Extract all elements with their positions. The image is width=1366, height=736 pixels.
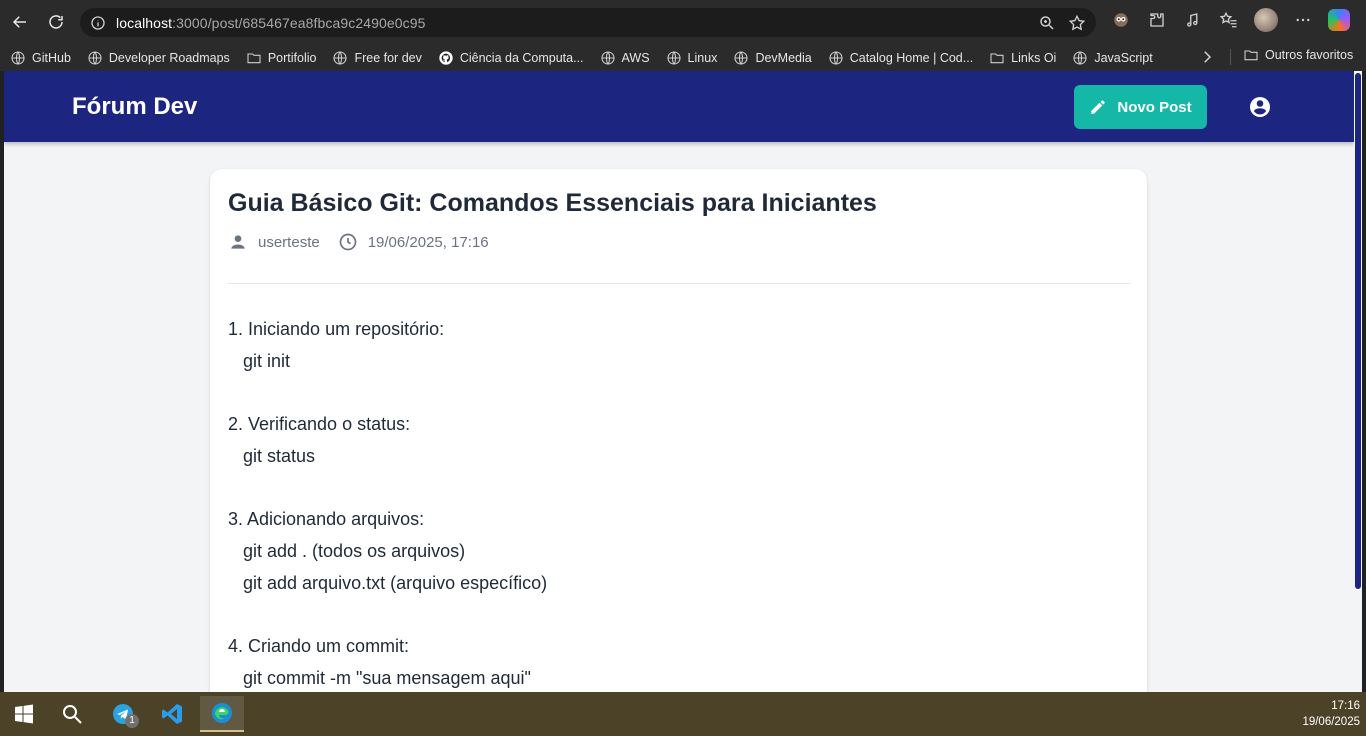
vscode-icon[interactable] (152, 696, 192, 732)
extension-owl-icon[interactable] (1110, 9, 1132, 31)
globe-icon (87, 50, 103, 66)
post-content: 1. Iniciando um repositório: git init 2.… (228, 319, 548, 688)
globe-icon (828, 50, 844, 66)
browser-chrome: localhost:3000/post/685467ea8fbca9c2490e… (0, 0, 1366, 71)
bookmark-aws[interactable]: AWS (600, 50, 650, 66)
page-scrollbar[interactable] (1354, 71, 1362, 692)
globe-icon (10, 50, 26, 66)
folder-icon (989, 50, 1005, 66)
app-header: Fórum Dev Novo Post (4, 71, 1354, 142)
account-circle-icon[interactable] (1248, 95, 1272, 119)
bookmark-ciencia-da-computacao[interactable]: Ciência da Computa... (438, 50, 584, 66)
telegram-icon[interactable]: 1 (103, 696, 143, 732)
bookmarks-divider (1230, 49, 1231, 65)
globe-icon (666, 50, 682, 66)
folder-icon (1243, 47, 1259, 63)
brand-logo[interactable]: Fórum Dev (72, 93, 197, 121)
windows-start-icon[interactable] (4, 696, 44, 732)
bookmark-catalog-home[interactable]: Catalog Home | Cod... (828, 50, 973, 66)
scrollbar-thumb[interactable] (1355, 73, 1361, 589)
post-date: 19/06/2025, 17:16 (367, 233, 489, 251)
telegram-badge: 1 (125, 714, 139, 728)
address-bar[interactable]: localhost:3000/post/685467ea8fbca9c2490e… (80, 8, 1096, 37)
favorite-star-icon[interactable] (1068, 14, 1086, 37)
browser-toolbar: localhost:3000/post/685467ea8fbca9c2490e… (0, 0, 1366, 44)
bookmark-portifolio[interactable]: Portifolio (246, 50, 316, 66)
post-title: Guia Básico Git: Comandos Essenciais par… (228, 189, 877, 217)
bookmark-free-for-dev[interactable]: Free for dev (332, 50, 422, 66)
taskbar: 1 17:16 19/06/2025 (0, 692, 1366, 736)
post-author: userteste (258, 233, 320, 251)
edge-icon[interactable] (200, 696, 244, 732)
new-post-button[interactable]: Novo Post (1074, 85, 1207, 129)
globe-icon (733, 50, 749, 66)
clock-time: 17:16 (1331, 700, 1360, 712)
bookmark-linux[interactable]: Linux (666, 50, 717, 66)
folder-icon (246, 50, 262, 66)
post-meta: userteste 19/06/2025, 17:16 (228, 232, 489, 252)
pencil-icon (1089, 98, 1107, 116)
favorites-list-icon[interactable] (1218, 9, 1240, 31)
refresh-icon[interactable] (42, 8, 70, 36)
clock-date: 19/06/2025 (1302, 716, 1360, 728)
url-text[interactable]: localhost:3000/post/685467ea8fbca9c2490e… (116, 15, 426, 31)
page-viewport: Fórum Dev Novo Post Guia Básico Git: Com… (4, 71, 1362, 692)
copilot-icon[interactable] (1328, 9, 1350, 31)
bookmarks-bar: GitHub Developer Roadmaps Portifolio Fre… (0, 44, 1366, 71)
divider (228, 283, 1130, 284)
bookmark-links-oi[interactable]: Links Oi (989, 50, 1056, 66)
back-icon[interactable] (6, 8, 34, 36)
search-icon[interactable] (52, 696, 92, 732)
clock-icon (338, 232, 358, 252)
new-post-label: Novo Post (1117, 98, 1192, 116)
bookmark-devmedia[interactable]: DevMedia (733, 50, 812, 66)
media-control-icon[interactable] (1182, 9, 1204, 31)
zoom-icon[interactable] (1038, 14, 1056, 37)
system-clock[interactable]: 17:16 19/06/2025 (1302, 698, 1360, 730)
site-info-icon[interactable] (90, 15, 106, 31)
bookmark-github[interactable]: GitHub (10, 50, 71, 66)
globe-icon (332, 50, 348, 66)
github-icon (438, 50, 454, 66)
more-options-icon[interactable] (1292, 9, 1314, 31)
profile-avatar[interactable] (1254, 8, 1278, 32)
bookmark-other-favorites[interactable]: Outros favoritos (1243, 47, 1353, 63)
globe-icon (1072, 50, 1088, 66)
chevron-right-icon[interactable] (1198, 48, 1216, 66)
globe-icon (600, 50, 616, 66)
bookmark-developer-roadmaps[interactable]: Developer Roadmaps (87, 50, 230, 66)
bookmark-javascript[interactable]: JavaScript (1072, 50, 1153, 66)
extensions-puzzle-icon[interactable] (1146, 9, 1168, 31)
person-icon (228, 232, 248, 252)
post-card: Guia Básico Git: Comandos Essenciais par… (210, 169, 1147, 692)
